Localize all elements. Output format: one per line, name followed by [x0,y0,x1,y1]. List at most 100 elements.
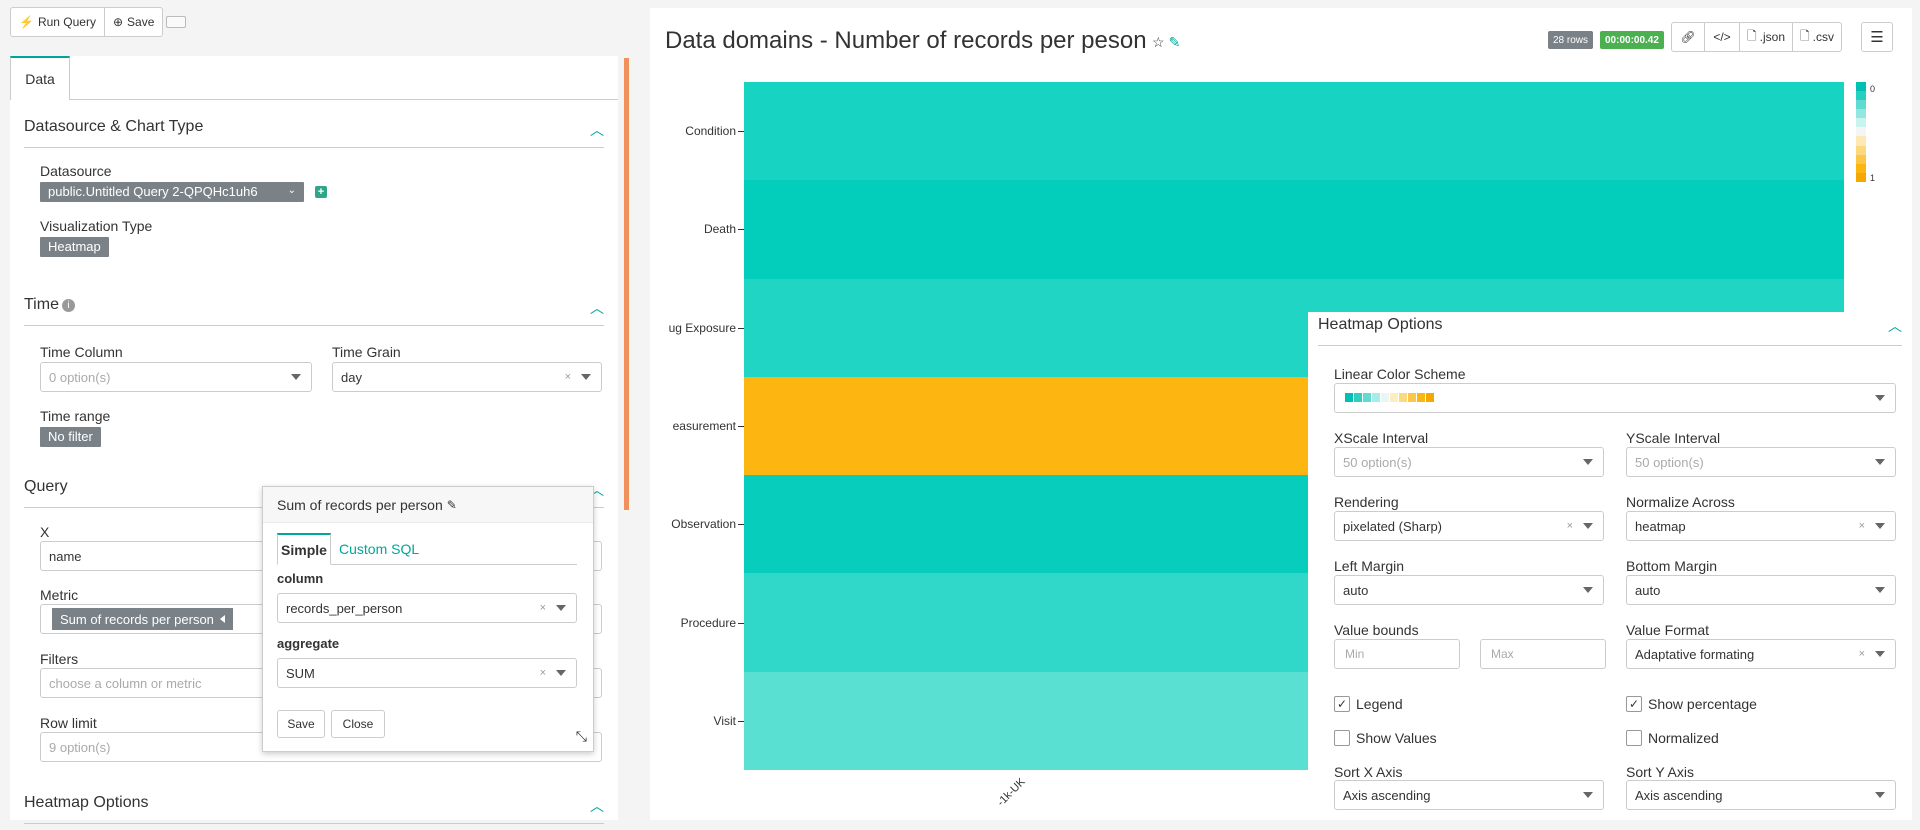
clear-icon[interactable]: × [1859,520,1865,532]
legend-max-label: 1 [1870,173,1876,183]
info-icon[interactable]: i [61,299,75,312]
heatmap-cell[interactable] [744,671,1294,770]
sort-x-select[interactable]: Axis ascending [1334,780,1604,810]
heatmap-options-header[interactable]: Heatmap Options ︿ [1318,316,1902,346]
show-percentage-checkbox[interactable]: ✓ [1626,696,1642,712]
time-range-select[interactable]: No filter [40,427,101,447]
column-select[interactable]: records_per_person × [277,593,577,623]
y-axis-tick [738,720,744,722]
caret-down-icon [1583,459,1593,465]
link-button[interactable]: 🔗︎ [1671,22,1705,52]
chevron-up-icon[interactable]: ︿ [1888,316,1902,336]
datasource-select[interactable]: public.Untitled Query 2-QPQHc1uh6 ⌄ [40,182,304,202]
section-time[interactable]: Time i ︿ [24,296,604,326]
caret-down-icon [581,374,591,380]
left-margin-select[interactable]: auto [1334,575,1604,605]
edit-icon[interactable]: ✎ [1169,34,1181,50]
clear-icon[interactable]: × [1567,520,1573,532]
heatmap-cell[interactable] [744,376,1294,476]
xscale-select[interactable]: 50 option(s) [1334,447,1604,477]
heatmap-cell[interactable] [744,573,1294,672]
sort-y-select[interactable]: Axis ascending [1626,780,1896,810]
heatmap-cell[interactable] [744,82,1294,181]
clear-icon[interactable]: × [565,371,571,383]
xscale-label: XScale Interval [1334,430,1429,446]
value-format-select[interactable]: Adaptative formating × [1626,639,1896,669]
yscale-placeholder: 50 option(s) [1635,454,1704,470]
color-scheme-select[interactable] [1334,383,1896,413]
bottom-margin-select[interactable]: auto [1626,575,1896,605]
metric-label: Metric [40,587,79,603]
normalize-select[interactable]: heatmap × [1626,511,1896,541]
clear-icon[interactable]: × [1859,648,1865,660]
embed-button[interactable]: </> [1704,22,1740,52]
tab-custom-sql[interactable]: Custom SQL [339,541,419,557]
pencil-icon[interactable]: ✎ [447,498,457,512]
star-icon[interactable]: ☆ [1152,34,1165,50]
query-toolbar: ⚡ Run Query ⊕ Save [10,7,164,37]
heatmap-cell[interactable] [1294,180,1844,279]
heatmap-cell[interactable] [1294,82,1844,181]
json-button[interactable]: 🗋︎ .json [1739,22,1793,52]
row-limit-placeholder: 9 option(s) [49,739,111,755]
popover-close-button[interactable]: Close [331,710,385,738]
time-column-select[interactable]: 0 option(s) [40,362,312,392]
datasource-label: Datasource [40,163,112,179]
clear-icon[interactable]: × [540,602,546,614]
datasource-value: public.Untitled Query 2-QPQHc1uh6 [48,184,258,199]
normalized-checkbox[interactable] [1626,730,1642,746]
heatmap-cell[interactable] [744,180,1294,279]
caret-down-icon [1875,395,1885,401]
value-format-label: Value Format [1626,622,1709,638]
tab-simple[interactable]: Simple [277,533,331,565]
filters-placeholder: choose a column or metric [49,675,202,691]
heatmap-cell[interactable] [744,278,1294,377]
link-icon: 🔗︎ [1680,30,1696,44]
file-icon: 🗋︎ [1800,28,1810,43]
popover-header[interactable]: Sum of records per person ✎ [263,487,593,523]
caret-down-icon [1875,587,1885,593]
export-buttons: 🔗︎ </> 🗋︎ .json 🗋︎ .csv [1671,22,1842,52]
menu-button[interactable]: ☰ [1861,22,1893,52]
chevron-up-icon[interactable]: ︿ [590,796,604,816]
scroll-indicator[interactable] [624,58,629,510]
viz-type-select[interactable]: Heatmap [40,237,109,257]
yscale-select[interactable]: 50 option(s) [1626,447,1896,477]
keyboard-icon[interactable] [166,16,186,28]
chevron-up-icon[interactable]: ︿ [590,298,604,318]
aggregate-select[interactable]: SUM × [277,658,577,688]
csv-button[interactable]: 🗋︎ .csv [1792,22,1842,52]
max-input[interactable]: Max [1480,639,1606,669]
show-values-checkbox[interactable] [1334,730,1350,746]
save-button[interactable]: ⊕ Save [104,7,164,37]
chevron-up-icon[interactable]: ︿ [590,120,604,140]
left-margin-label: Left Margin [1334,558,1405,574]
normalized-label: Normalized [1648,730,1719,746]
viz-type-label: Visualization Type [40,218,153,234]
run-query-button[interactable]: ⚡ Run Query [10,7,105,37]
legend-swatch [1856,154,1866,164]
caret-down-icon [1875,792,1885,798]
save-label: Save [127,15,155,29]
min-input[interactable]: Min [1334,639,1460,669]
resize-icon[interactable]: ⤡ [576,728,587,745]
heatmap-cell[interactable] [744,475,1294,574]
color-swatch [1417,393,1425,402]
time-grain-label: Time Grain [332,344,401,360]
popover-save-button[interactable]: Save [277,710,325,738]
tab-data[interactable]: Data [10,56,70,100]
x-value: name [49,548,82,564]
color-legend [1856,82,1866,182]
aggregate-label: aggregate [277,636,340,651]
rendering-select[interactable]: pixelated (Sharp) × [1334,511,1604,541]
y-axis-label: Observation [671,517,736,532]
clear-icon[interactable]: × [540,667,546,679]
legend-checkbox[interactable]: ✓ [1334,696,1350,712]
y-axis-tick [738,327,744,329]
color-swatch [1372,393,1380,402]
section-heatmap-options[interactable]: Heatmap Options ︿ [24,794,604,824]
time-grain-select[interactable]: day × [332,362,602,392]
add-datasource-icon[interactable]: + [315,186,327,198]
section-datasource-chart-type[interactable]: Datasource & Chart Type ︿ [24,118,604,148]
metric-tag[interactable]: Sum of records per person [52,608,233,630]
